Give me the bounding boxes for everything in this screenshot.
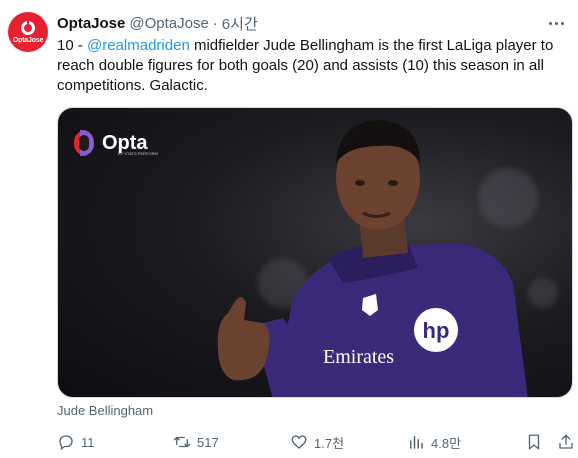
repost-icon [173, 436, 191, 448]
heart-icon [291, 435, 307, 449]
tweet-text-start: 10 - [57, 37, 88, 54]
like-button[interactable]: 1.7천 [290, 432, 344, 452]
mention-link[interactable]: @realmadriden [87, 37, 190, 54]
share-button[interactable] [557, 432, 575, 452]
avatar[interactable]: OptaJose [8, 12, 48, 52]
views-button[interactable]: 4.8만 [407, 432, 461, 452]
sponsor-logo: hp [423, 318, 450, 343]
opta-mark-icon [74, 130, 96, 156]
display-name[interactable]: OptaJose [57, 15, 125, 32]
bookmark-icon [528, 434, 540, 450]
shirt-sponsor: Emirates [323, 346, 394, 368]
tweet-header: OptaJose @OptaJose · 6시간 [57, 13, 568, 33]
reply-icon [59, 435, 73, 451]
views-count: 4.8만 [431, 435, 462, 451]
avatar-label: OptaJose [12, 36, 44, 44]
timestamp[interactable]: 6시간 [222, 13, 258, 34]
reply-button[interactable]: 11 [57, 432, 95, 452]
tweet-text: 10 - @realmadriden midfielder Jude Belli… [57, 36, 569, 96]
tweet-actions: 11 517 1.7천 4.8만 [57, 432, 573, 452]
like-count: 1.7천 [314, 435, 345, 451]
share-icon [559, 434, 573, 449]
opta-logo: Opta BY STATS PERFORM [74, 130, 158, 156]
opta-logo-subtext: BY STATS PERFORM [118, 151, 158, 156]
handle[interactable]: @OptaJose [129, 15, 208, 32]
bookmark-button[interactable] [525, 432, 543, 452]
repost-button[interactable]: 517 [173, 432, 219, 452]
more-options-icon[interactable] [549, 13, 564, 33]
tweet-photo[interactable]: hp Emirates Opta BY STATS PERFORM [57, 107, 573, 398]
separator: · [212, 14, 218, 32]
media-caption: Jude Bellingham [57, 403, 154, 418]
repost-count: 517 [197, 434, 219, 450]
reply-count: 11 [81, 434, 95, 450]
opta-avatar-icon [21, 20, 35, 35]
views-chart-icon [410, 436, 423, 449]
